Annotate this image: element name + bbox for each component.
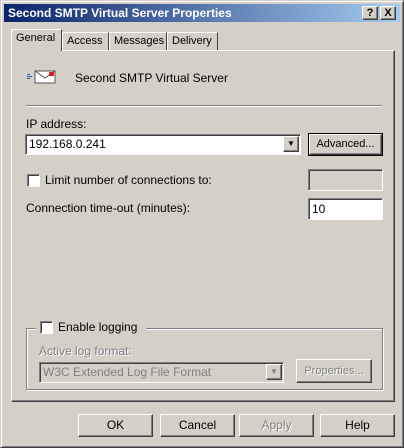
limit-connections-label: Limit number of connections to:	[45, 173, 212, 187]
ok-button[interactable]: OK	[78, 414, 153, 437]
help-button[interactable]: Help	[320, 414, 395, 437]
divider	[26, 105, 382, 107]
help-title-button[interactable]: ?	[362, 6, 378, 20]
timeout-field[interactable]: 10	[308, 198, 383, 220]
properties-dialog: Second SMTP Virtual Server Properties ? …	[0, 0, 404, 448]
advanced-button[interactable]: Advanced...	[308, 133, 383, 156]
log-format-arrow-icon[interactable]: ▼	[266, 364, 282, 380]
cancel-button[interactable]: Cancel	[160, 414, 235, 437]
server-name: Second SMTP Virtual Server	[75, 71, 228, 85]
close-button[interactable]: X	[380, 6, 396, 20]
log-format-value: W3C Extended Log File Format	[43, 365, 212, 379]
title-bar[interactable]: Second SMTP Virtual Server Properties ? …	[4, 4, 400, 22]
apply-button[interactable]: Apply	[239, 414, 314, 437]
tab-messages-label: Messages	[114, 35, 165, 47]
log-format-label: Active log format:	[39, 344, 132, 358]
general-tab-panel: Second SMTP Virtual Server IP address: 1…	[11, 50, 395, 402]
dropdown-arrow-icon[interactable]: ▼	[283, 136, 299, 152]
enable-logging-checkbox[interactable]	[40, 321, 53, 334]
properties-button[interactable]: Properties...	[296, 359, 372, 383]
timeout-label: Connection time-out (minutes):	[26, 201, 191, 215]
tab-access[interactable]: Access	[62, 32, 109, 50]
tab-access-label: Access	[67, 35, 103, 47]
mail-server-icon	[26, 68, 58, 84]
tab-messages[interactable]: Messages	[109, 32, 167, 50]
limit-connections-field[interactable]	[308, 169, 383, 191]
tab-general-label: General	[16, 32, 56, 44]
limit-connections-checkbox[interactable]	[27, 174, 40, 187]
ip-address-dropdown[interactable]: 192.168.0.241 ▼	[25, 134, 301, 155]
ip-address-value: 192.168.0.241	[29, 137, 106, 151]
logging-group-header: Enable logging	[36, 320, 146, 335]
ip-address-label: IP address:	[26, 117, 87, 131]
tab-delivery-label: Delivery	[172, 35, 212, 47]
tab-general[interactable]: General	[11, 29, 62, 51]
tab-delivery[interactable]: Delivery	[167, 32, 218, 50]
enable-logging-label: Enable logging	[58, 320, 138, 334]
log-format-dropdown[interactable]: W3C Extended Log File Format ▼	[39, 362, 284, 383]
window-title: Second SMTP Virtual Server Properties	[8, 6, 232, 20]
